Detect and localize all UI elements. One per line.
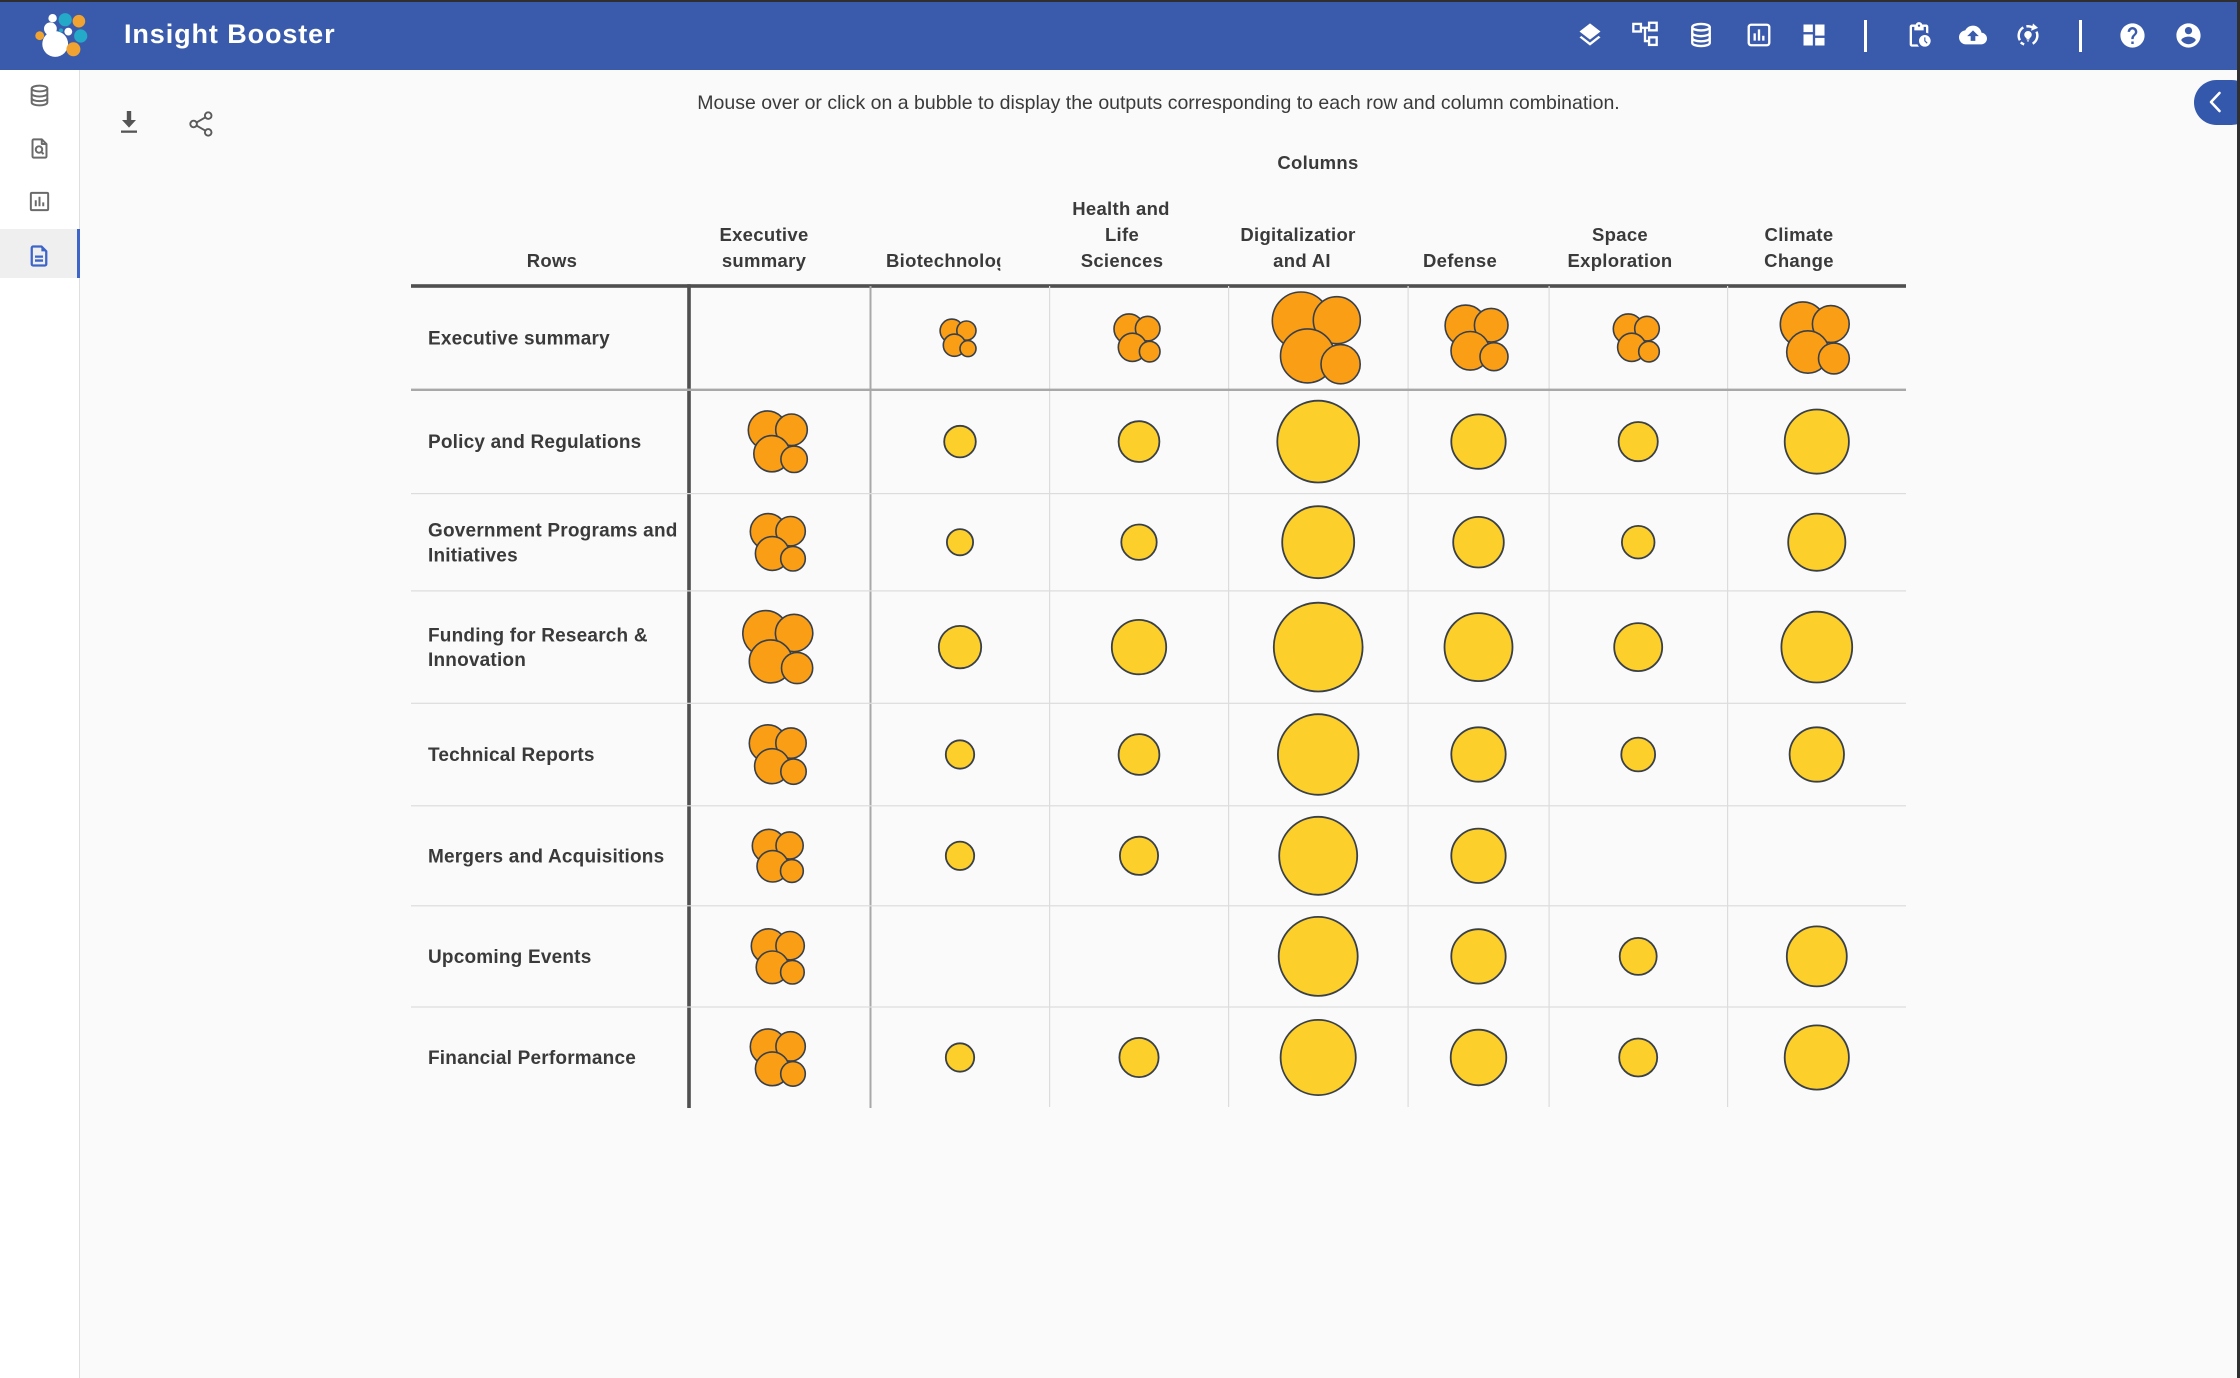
svg-text:Defense: Defense xyxy=(1423,250,1497,271)
svg-text:Technical Reports: Technical Reports xyxy=(428,745,595,766)
svg-text:Biotechnology: Biotechnology xyxy=(886,250,1019,271)
svg-text:summary: summary xyxy=(722,250,807,271)
svg-text:Health and: Health and xyxy=(1072,198,1170,219)
svg-text:Mergers and Acquisitions: Mergers and Acquisitions xyxy=(428,846,664,867)
svg-text:Columns: Columns xyxy=(1277,152,1358,173)
svg-text:Digitalization: Digitalization xyxy=(1240,224,1359,245)
svg-text:Rows: Rows xyxy=(527,250,578,271)
svg-text:and AI: and AI xyxy=(1273,250,1331,271)
svg-text:Upcoming Events: Upcoming Events xyxy=(428,947,591,968)
svg-text:Initiatives: Initiatives xyxy=(428,545,518,566)
svg-text:Government Programs and: Government Programs and xyxy=(428,520,678,541)
svg-text:Executive: Executive xyxy=(719,224,808,245)
svg-text:Life: Life xyxy=(1105,224,1139,245)
svg-text:Funding for Research &: Funding for Research & xyxy=(428,625,648,646)
svg-text:Policy and Regulations: Policy and Regulations xyxy=(428,432,641,453)
svg-text:Mouse over or click on a bubbl: Mouse over or click on a bubble to displ… xyxy=(697,92,1619,114)
svg-text:Sciences: Sciences xyxy=(1081,250,1164,271)
svg-text:Exploration: Exploration xyxy=(1567,250,1672,271)
svg-text:Innovation: Innovation xyxy=(428,650,526,671)
svg-text:Financial Performance: Financial Performance xyxy=(428,1048,636,1069)
svg-text:Climate: Climate xyxy=(1765,224,1834,245)
svg-text:Executive summary: Executive summary xyxy=(428,328,610,349)
svg-text:Change: Change xyxy=(1764,250,1834,271)
svg-text:Space: Space xyxy=(1592,224,1648,245)
